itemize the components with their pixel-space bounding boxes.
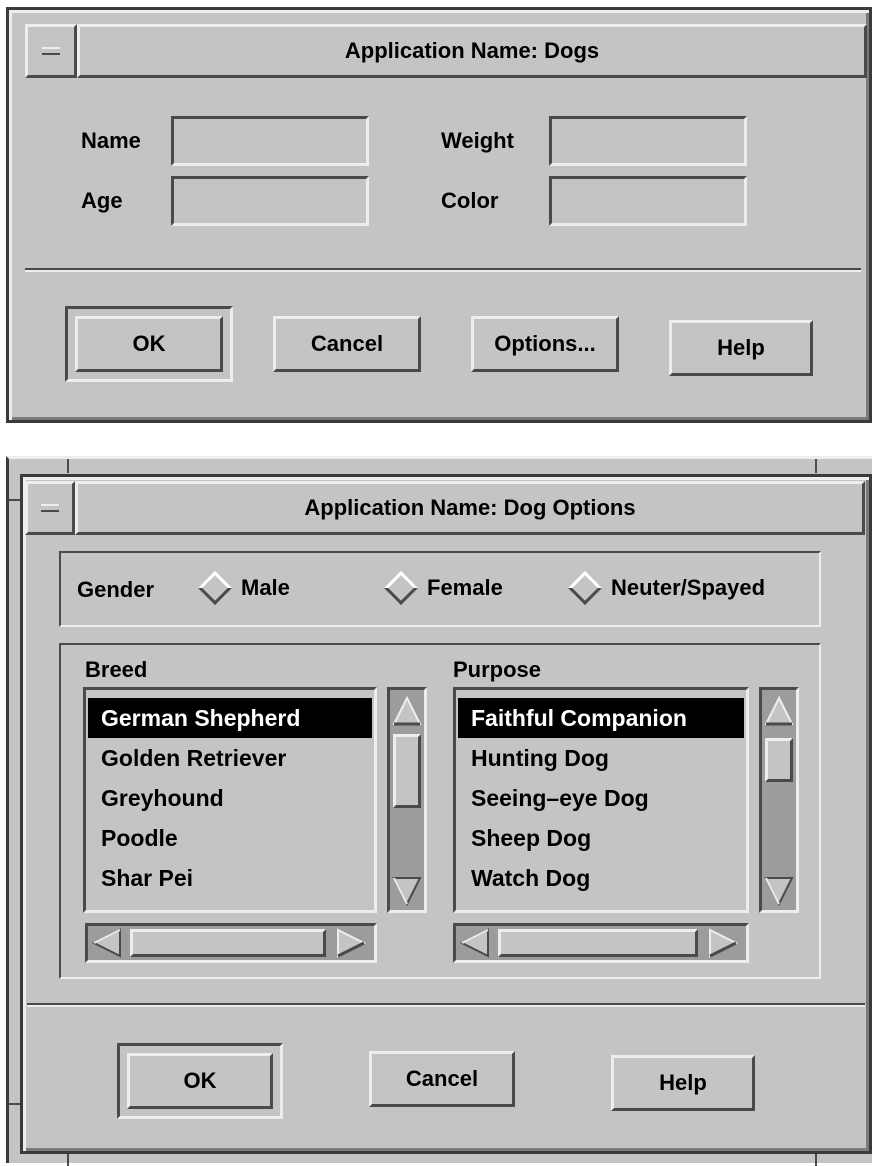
list-item[interactable]: Hunting Dog (458, 738, 744, 778)
cancel-button[interactable]: Cancel (273, 316, 421, 372)
name-label: Name (81, 128, 141, 153)
radio-label-female: Female (427, 575, 503, 600)
window-menu-icon (42, 47, 60, 55)
breed-label: Breed (85, 657, 148, 682)
gender-radio-neuter[interactable]: Neuter/Spayed (568, 571, 766, 605)
list-item[interactable]: Faithful Companion (458, 698, 744, 738)
window-menu-button[interactable] (25, 24, 77, 78)
separator (25, 268, 861, 272)
title-bar[interactable]: Application Name: Dogs (77, 24, 867, 78)
breed-hscroll-thumb[interactable] (130, 929, 326, 957)
gender-radio-male[interactable]: Male (198, 571, 290, 605)
cancel-button-2[interactable]: Cancel (369, 1051, 515, 1107)
purpose-vscroll-thumb[interactable] (765, 738, 793, 782)
purpose-label: Purpose (453, 657, 542, 682)
weight-label: Weight (441, 128, 514, 153)
window-menu-icon (41, 504, 59, 512)
arrow-up-icon[interactable] (392, 696, 422, 726)
list-item[interactable]: Seeing–eye Dog (458, 778, 744, 818)
purpose-hscroll-thumb[interactable] (498, 929, 698, 957)
arrow-left-icon[interactable] (460, 928, 490, 958)
arrow-up-icon[interactable] (764, 696, 794, 726)
purpose-list[interactable]: Faithful Companion Hunting Dog Seeing–ey… (453, 687, 749, 913)
frame-notch-right-bottom (815, 1153, 817, 1166)
ok-button-2[interactable]: OK (127, 1053, 273, 1109)
purpose-vertical-scrollbar[interactable] (759, 687, 799, 913)
gender-radio-female[interactable]: Female (384, 571, 503, 605)
radio-label-male: Male (241, 575, 290, 600)
radio-label-neuter: Neuter/Spayed (611, 575, 766, 600)
help-button[interactable]: Help (669, 320, 813, 376)
breed-vscroll-thumb[interactable] (393, 734, 421, 808)
dog-options-dialog: Application Name: Dog Options Gender Mal… (20, 474, 872, 1154)
gender-label: Gender (77, 577, 155, 602)
breed-horizontal-scrollbar[interactable] (85, 923, 377, 963)
window-title-2: Application Name: Dog Options (304, 495, 636, 520)
weight-field[interactable] (549, 116, 747, 166)
name-field[interactable] (171, 116, 369, 166)
help-button-2[interactable]: Help (611, 1055, 755, 1111)
arrow-down-icon[interactable] (764, 876, 794, 906)
frame-notch-right-top (815, 459, 817, 473)
list-item[interactable]: German Shepherd (88, 698, 372, 738)
options-button[interactable]: Options... (471, 316, 619, 372)
list-item[interactable]: Poodle (88, 818, 372, 858)
arrow-down-icon[interactable] (392, 876, 422, 906)
purpose-horizontal-scrollbar[interactable] (453, 923, 749, 963)
window-title: Application Name: Dogs (344, 38, 600, 63)
age-field[interactable] (171, 176, 369, 226)
color-label: Color (441, 188, 499, 213)
list-item[interactable]: Shar Pei (88, 858, 372, 898)
list-item[interactable]: Watch Dog (458, 858, 744, 898)
frame-notch-left-bottom (67, 1153, 69, 1166)
age-label: Age (81, 188, 123, 213)
radio-diamond-icon (384, 571, 418, 605)
breed-list[interactable]: German Shepherd Golden Retriever Greyhou… (83, 687, 377, 913)
dogs-dialog: Application Name: Dogs Name Age Weight C… (6, 7, 872, 423)
list-item[interactable]: Greyhound (88, 778, 372, 818)
ok-button[interactable]: OK (75, 316, 223, 372)
color-field[interactable] (549, 176, 747, 226)
radio-diamond-icon (198, 571, 232, 605)
radio-diamond-icon (568, 571, 602, 605)
arrow-right-icon[interactable] (336, 928, 366, 958)
arrow-right-icon[interactable] (708, 928, 738, 958)
breed-vertical-scrollbar[interactable] (387, 687, 427, 913)
title-bar-2[interactable]: Application Name: Dog Options (75, 481, 865, 535)
list-item[interactable]: Golden Retriever (88, 738, 372, 778)
list-item[interactable]: Sheep Dog (458, 818, 744, 858)
window-menu-button-2[interactable] (25, 481, 75, 535)
frame-notch-left-top (67, 459, 69, 473)
separator-2 (27, 1003, 865, 1007)
arrow-left-icon[interactable] (92, 928, 122, 958)
